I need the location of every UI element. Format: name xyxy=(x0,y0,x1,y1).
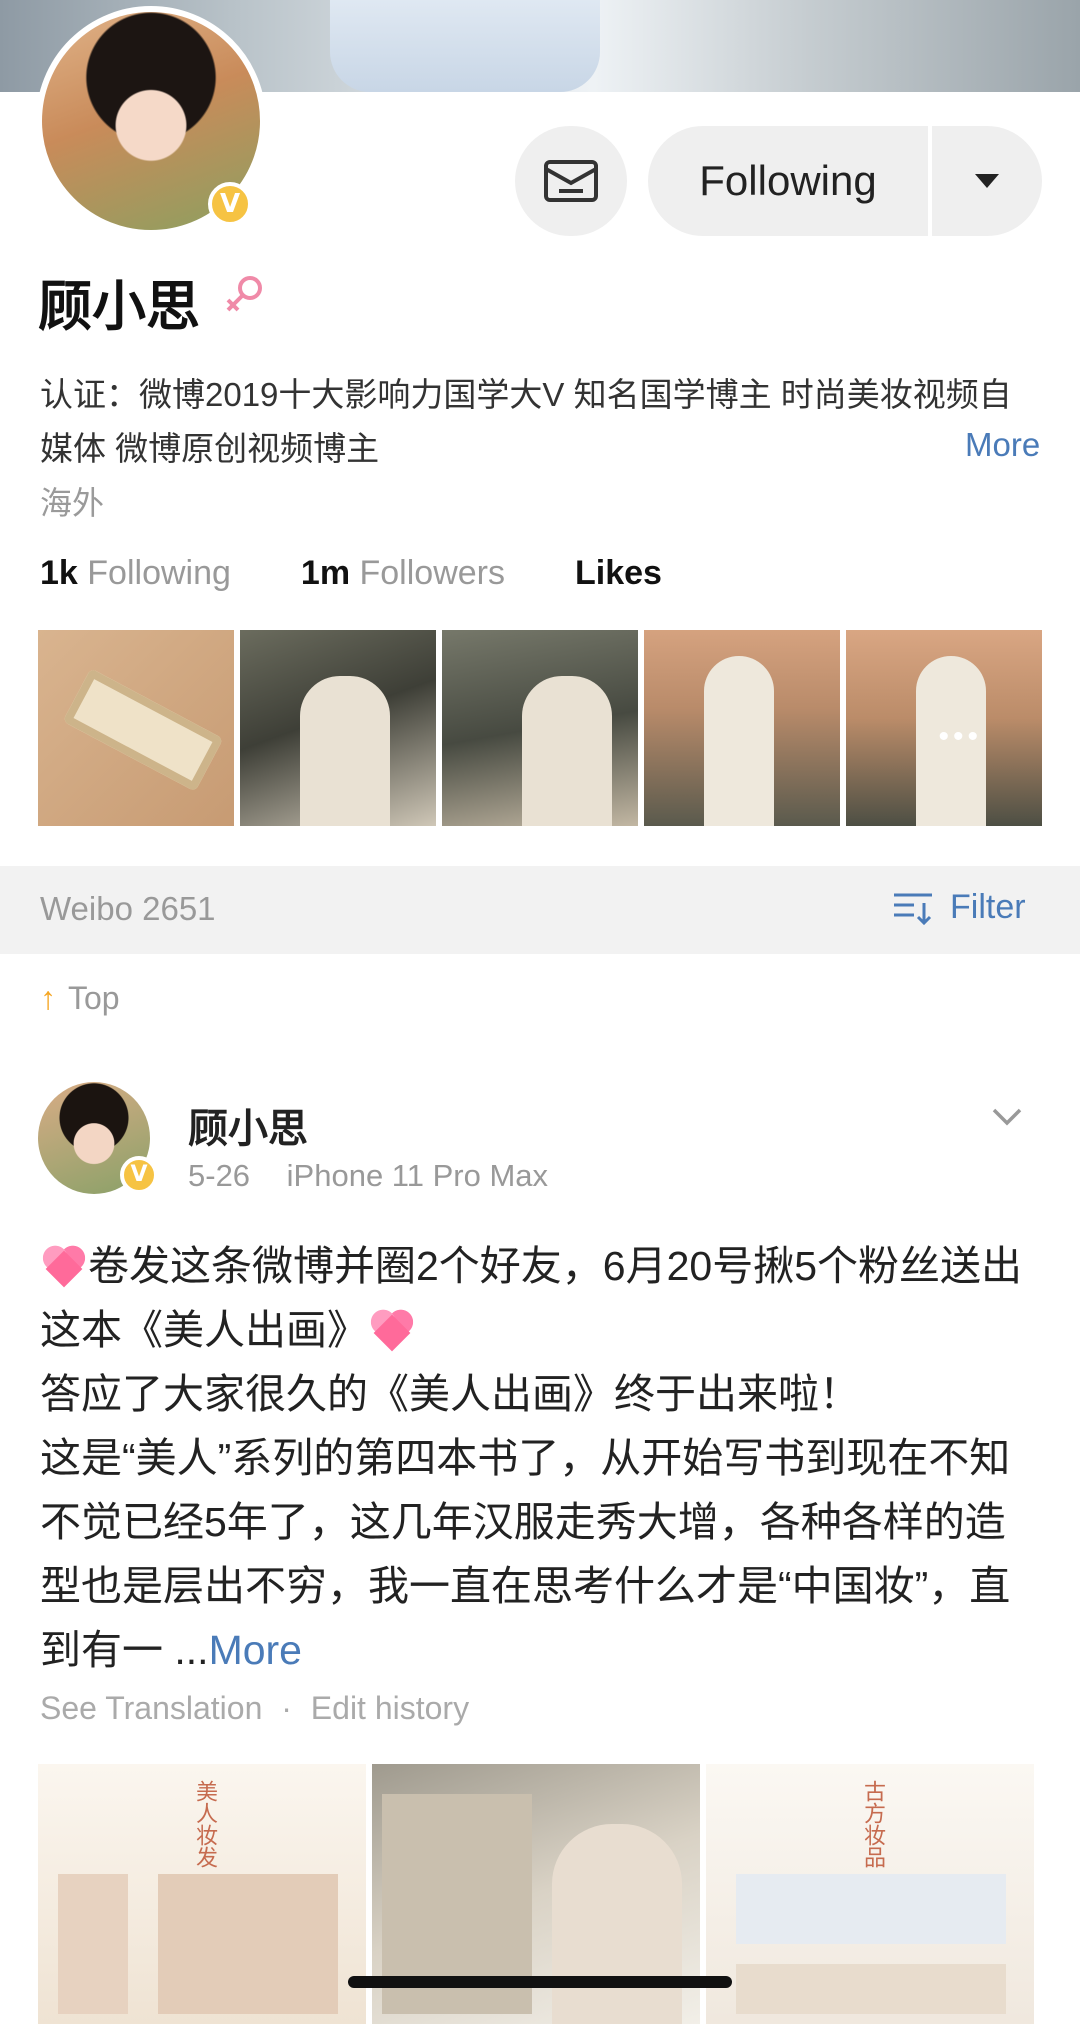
likes-stat[interactable]: Likes xyxy=(575,554,662,593)
pinned-tag: ↑ Top xyxy=(40,980,120,1017)
post-text-line: 答应了大家很久的《美人出画》终于出来啦！ xyxy=(40,1371,860,1417)
caret-down-icon xyxy=(975,174,999,188)
photo-subject xyxy=(300,676,390,826)
profile-stats: 1k Following 1m Followers Likes xyxy=(40,554,732,593)
post-image-title: 古方妆品 xyxy=(860,1780,885,1868)
following-button-label: Following xyxy=(699,157,877,204)
following-count: 1k xyxy=(40,554,78,592)
album-photo[interactable]: ••• xyxy=(846,630,1042,826)
post-image[interactable]: 古方妆品 xyxy=(706,1764,1034,2024)
image-thumbnail xyxy=(552,1824,682,2024)
message-icon xyxy=(544,160,598,202)
photo-subject xyxy=(704,656,774,826)
follow-options-button[interactable] xyxy=(930,126,1042,236)
image-thumbnail xyxy=(736,1964,1006,2014)
message-button[interactable] xyxy=(515,126,627,236)
pinned-label: Top xyxy=(68,980,120,1016)
post-more-link[interactable]: More xyxy=(209,1627,302,1673)
followers-count: 1m xyxy=(300,554,351,592)
filter-icon xyxy=(894,893,932,925)
separator: · xyxy=(281,1690,292,1726)
post-text-line: 这是“美人”系列的第四本书了，从开始写书到现在不知不觉已经5年了，这几年汉服走秀… xyxy=(40,1435,1011,1673)
heart-emoji-icon xyxy=(370,1308,414,1348)
image-thumbnail xyxy=(736,1874,1006,1944)
photo-album-strip: ••• xyxy=(38,630,1042,826)
bio-more-link[interactable]: More xyxy=(965,426,1040,464)
album-photo[interactable] xyxy=(38,630,234,826)
profile-name: 顾小思 xyxy=(38,277,200,337)
location-text: 海外 xyxy=(40,485,105,521)
home-indicator[interactable] xyxy=(348,1976,732,1988)
verified-badge-icon: V xyxy=(208,182,252,226)
edit-history-link[interactable]: Edit history xyxy=(311,1690,469,1726)
post-footer: See Translation · Edit history xyxy=(40,1690,469,1727)
post-body: 卷发这条微博并圈2个好友，6月20号揪5个粉丝送出这本《美人出画》 答应了大家很… xyxy=(40,1234,1040,1682)
following-label: Following xyxy=(87,554,231,592)
post-options-button[interactable] xyxy=(990,1106,1024,1133)
followers-label: Followers xyxy=(359,554,505,592)
post-author-name[interactable]: 顾小思 xyxy=(188,1096,308,1154)
verified-badge-icon: V xyxy=(120,1156,158,1194)
photo-subject xyxy=(522,676,612,826)
pin-arrow-icon: ↑ xyxy=(40,980,56,1016)
filter-label: Filter xyxy=(950,888,1026,926)
image-thumbnail xyxy=(158,1874,338,2014)
album-photo[interactable] xyxy=(644,630,840,826)
banner-figure xyxy=(330,0,600,92)
post-image-title: 美人妆发 xyxy=(192,1780,217,1868)
album-photo[interactable] xyxy=(442,630,638,826)
album-photo[interactable] xyxy=(240,630,436,826)
image-thumbnail xyxy=(58,1874,128,2014)
post-image[interactable]: 美人妆发 xyxy=(38,1764,366,2024)
post-meta: 5-26 iPhone 11 Pro Max xyxy=(188,1158,548,1194)
post-device: iPhone 11 Pro Max xyxy=(286,1158,549,1193)
see-translation-link[interactable]: See Translation xyxy=(40,1690,262,1726)
post-text-line: 卷发这条微博并圈2个好友，6月20号揪5个粉丝送出这本《美人出画》 xyxy=(40,1243,1023,1353)
filter-button[interactable]: Filter xyxy=(892,888,1026,927)
post-date: 5-26 xyxy=(188,1158,251,1193)
followers-stat[interactable]: 1m Followers xyxy=(301,554,505,593)
female-icon xyxy=(222,272,266,321)
following-button[interactable]: Following xyxy=(648,126,928,236)
weibo-count: Weibo 2651 xyxy=(40,890,216,927)
chevron-down-icon xyxy=(992,1108,1022,1126)
heart-emoji-icon xyxy=(42,1244,86,1284)
certification-text: 认证：微博2019十大影响力国学大V 知名国学博主 时尚美妆视频自媒体 微博原创… xyxy=(40,376,1012,467)
following-stat[interactable]: 1k Following xyxy=(40,554,231,593)
more-photos-icon[interactable]: ••• xyxy=(938,720,982,754)
